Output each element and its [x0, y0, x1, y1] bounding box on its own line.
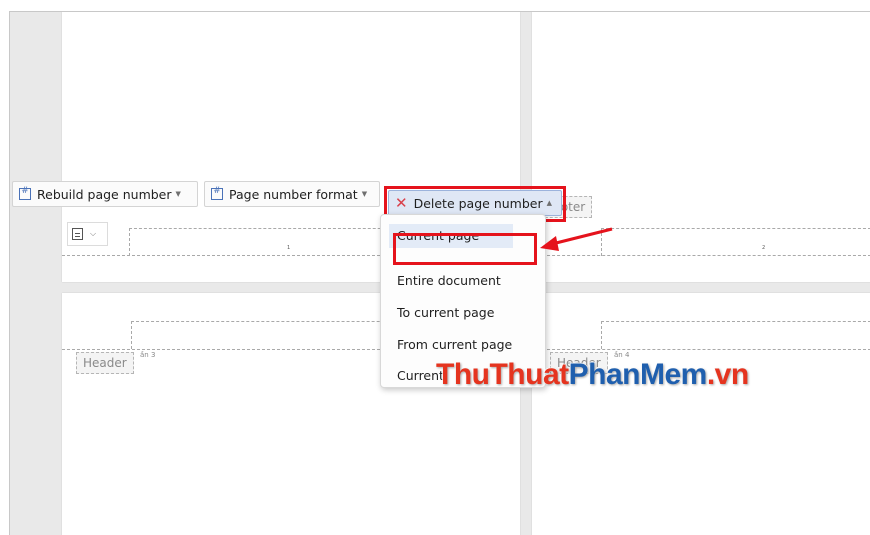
- section-label: ần 3: [140, 351, 156, 359]
- paragraph-lines-icon: [72, 228, 83, 240]
- menu-item-from-current-page[interactable]: From current page: [397, 337, 512, 352]
- header-tag[interactable]: Header: [76, 352, 134, 374]
- caret-down-icon: ▼: [175, 190, 181, 198]
- page-number-format-label: Page number format: [229, 186, 358, 202]
- page-number-format-button[interactable]: Page number format ▼: [204, 181, 380, 207]
- watermark-logo: ThuThuatPhanMem.vn: [435, 357, 750, 392]
- footer-options-button[interactable]: ⌵: [67, 222, 108, 246]
- chevron-down-icon: ⌵: [90, 229, 97, 238]
- page-number: 2: [762, 245, 766, 251]
- menu-item-to-current-page[interactable]: To current page: [397, 305, 494, 320]
- caret-down-icon: ▼: [361, 190, 368, 198]
- page-4: [532, 293, 870, 535]
- menu-item-entire-document[interactable]: Entire document: [397, 273, 501, 288]
- current-page-highlight: [393, 233, 537, 265]
- hash-icon: [211, 186, 223, 200]
- rebuild-page-number-button[interactable]: Rebuild page number ▼: [12, 181, 198, 207]
- rebuild-page-number-label: Rebuild page number: [37, 186, 172, 202]
- page-2: 2: [532, 12, 870, 282]
- page-number: 1: [287, 245, 291, 251]
- hash-icon: [19, 186, 31, 200]
